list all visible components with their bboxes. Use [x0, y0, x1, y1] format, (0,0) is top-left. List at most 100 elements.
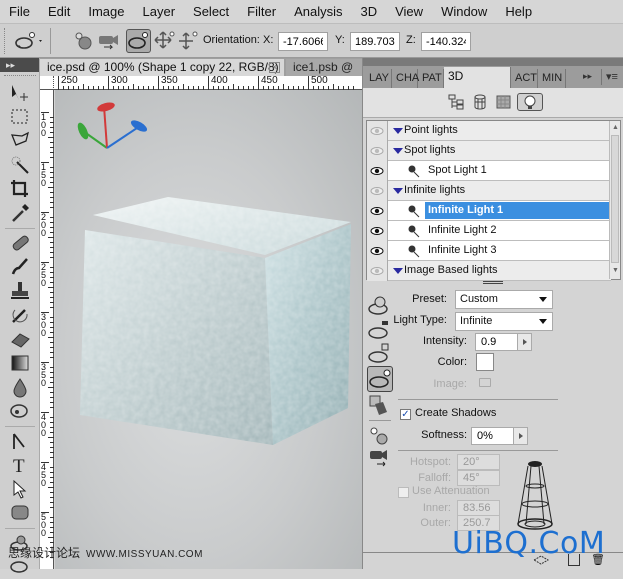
softness-slider-button[interactable] — [513, 427, 528, 445]
expand-triangle-icon[interactable] — [393, 128, 403, 134]
menu-image[interactable]: Image — [79, 4, 133, 19]
expand-triangle-icon[interactable] — [393, 188, 403, 194]
visibility-toggle[interactable] — [367, 121, 388, 141]
light-row[interactable]: Infinite Light 3 — [367, 241, 611, 261]
expand-triangle-icon[interactable] — [393, 148, 403, 154]
orientation-z-input[interactable] — [421, 32, 471, 51]
light-group-row[interactable]: Infinite lights — [367, 181, 611, 201]
tab-layers[interactable]: LAY — [365, 69, 392, 88]
lights-list-scrollbar[interactable]: ▲ ▼ — [609, 121, 620, 279]
healing-brush-tool[interactable] — [9, 232, 31, 254]
light-color-swatch[interactable] — [476, 353, 494, 371]
new-spot-light-button[interactable] — [367, 318, 391, 342]
scroll-down-arrow[interactable]: ▼ — [612, 267, 619, 274]
menu-filter[interactable]: Filter — [238, 4, 285, 19]
light-row[interactable]: Infinite Light 2 — [367, 221, 611, 241]
document-canvas[interactable] — [55, 90, 362, 569]
visibility-toggle[interactable] — [367, 221, 388, 241]
softness-input[interactable] — [471, 427, 514, 445]
marquee-tool[interactable] — [9, 106, 31, 128]
visibility-toggle[interactable] — [367, 241, 388, 261]
panel-menu-icon[interactable]: ▾≡ — [606, 70, 618, 83]
scroll-up-arrow[interactable]: ▲ — [612, 124, 619, 131]
drag-light-tool[interactable] — [153, 30, 175, 52]
return-to-initial-light-button[interactable] — [72, 30, 94, 52]
light-row[interactable]: Spot Light 1 — [367, 161, 611, 181]
hotspot-input[interactable] — [457, 454, 500, 470]
menu-file[interactable]: File — [0, 4, 39, 19]
rotate-light-side-tool[interactable] — [367, 366, 393, 392]
tab-channels[interactable]: CHA — [392, 69, 419, 88]
pen-tool[interactable] — [9, 430, 31, 452]
tab-3d-lights[interactable]: 3D (LIGHTS) — [444, 67, 511, 102]
light-group-row[interactable]: Point lights — [367, 121, 611, 141]
crop-tool[interactable] — [9, 178, 31, 200]
visibility-toggle[interactable] — [367, 161, 388, 181]
menu-3d[interactable]: 3D — [351, 4, 386, 19]
visibility-toggle[interactable] — [367, 261, 388, 281]
visibility-toggle[interactable] — [367, 141, 388, 161]
tools-grip[interactable] — [4, 75, 36, 77]
tab-paths[interactable]: PAT — [418, 69, 444, 88]
ruler-origin[interactable] — [40, 76, 54, 90]
move-to-view-button[interactable] — [96, 30, 118, 52]
x-axis-handle[interactable] — [96, 101, 115, 113]
menu-window[interactable]: Window — [432, 4, 496, 19]
move-tool[interactable] — [9, 82, 31, 104]
light-type-dropdown[interactable]: Infinite — [455, 312, 553, 331]
intensity-slider-button[interactable] — [517, 333, 532, 351]
history-brush-tool[interactable] — [9, 304, 31, 326]
type-tool[interactable]: T — [9, 454, 31, 477]
scroll-thumb[interactable] — [611, 135, 619, 263]
doc-tab-ice1-psb[interactable]: ice1.psb @ — [286, 59, 362, 76]
new-point-light-button[interactable] — [367, 294, 391, 318]
list-resize-handle[interactable] — [483, 281, 503, 284]
filter-materials-button[interactable] — [495, 94, 513, 110]
filter-meshes-button[interactable] — [471, 94, 489, 110]
new-infinite-light-button[interactable] — [367, 342, 391, 366]
move-light-to-view-button[interactable] — [367, 446, 391, 470]
dodge-tool[interactable] — [9, 400, 31, 422]
tools-collapse-button[interactable]: ▸▸ — [0, 58, 39, 72]
magic-wand-tool[interactable] — [9, 154, 31, 176]
menu-help[interactable]: Help — [496, 4, 541, 19]
blur-tool[interactable] — [9, 376, 31, 398]
menu-edit[interactable]: Edit — [39, 4, 79, 19]
menu-select[interactable]: Select — [184, 4, 238, 19]
light-row[interactable]: Infinite Light 1 — [367, 201, 611, 221]
path-selection-tool[interactable] — [9, 478, 31, 500]
visibility-toggle[interactable] — [367, 181, 388, 201]
3d-axis-widget[interactable] — [76, 101, 149, 149]
clone-stamp-tool[interactable] — [9, 280, 31, 302]
use-attenuation-checkbox[interactable] — [398, 487, 409, 498]
doc-tab-ice-psd[interactable]: ice.psd @ 100% (Shape 1 copy 22, RGB/8) … — [40, 59, 284, 91]
preset-dropdown[interactable]: Custom — [455, 290, 553, 309]
light-group-row[interactable]: Image Based lights — [367, 261, 611, 281]
y-axis-handle[interactable] — [76, 121, 91, 141]
expand-triangle-icon[interactable] — [393, 268, 403, 274]
expand-panels-icon[interactable]: ▸▸ — [583, 71, 592, 82]
eraser-tool[interactable] — [9, 328, 31, 350]
slide-light-tool[interactable] — [176, 30, 198, 52]
brush-tool[interactable] — [9, 256, 31, 278]
menu-analysis[interactable]: Analysis — [285, 4, 351, 19]
orientation-y-input[interactable] — [350, 32, 400, 51]
intensity-input[interactable] — [475, 333, 518, 351]
rotate-light-tool[interactable] — [126, 29, 151, 53]
lasso-tool[interactable] — [9, 130, 31, 152]
close-tab-icon[interactable]: × — [269, 62, 280, 73]
tool-preset-picker[interactable] — [14, 30, 42, 52]
light-material-button[interactable] — [367, 394, 391, 418]
gradient-tool[interactable] — [9, 352, 31, 374]
eyedropper-tool[interactable] — [9, 202, 31, 224]
filter-scene-button[interactable] — [447, 94, 465, 110]
options-grip[interactable] — [4, 28, 6, 54]
orientation-x-input[interactable] — [278, 32, 328, 51]
tab-mini-bridge[interactable]: MIN — [538, 69, 566, 88]
tab-actions[interactable]: ACT — [511, 69, 538, 88]
shape-tool[interactable] — [9, 502, 31, 524]
menu-layer[interactable]: Layer — [134, 4, 185, 19]
light-group-row[interactable]: Spot lights — [367, 141, 611, 161]
menu-view[interactable]: View — [386, 4, 432, 19]
filter-lights-button[interactable] — [517, 93, 543, 111]
